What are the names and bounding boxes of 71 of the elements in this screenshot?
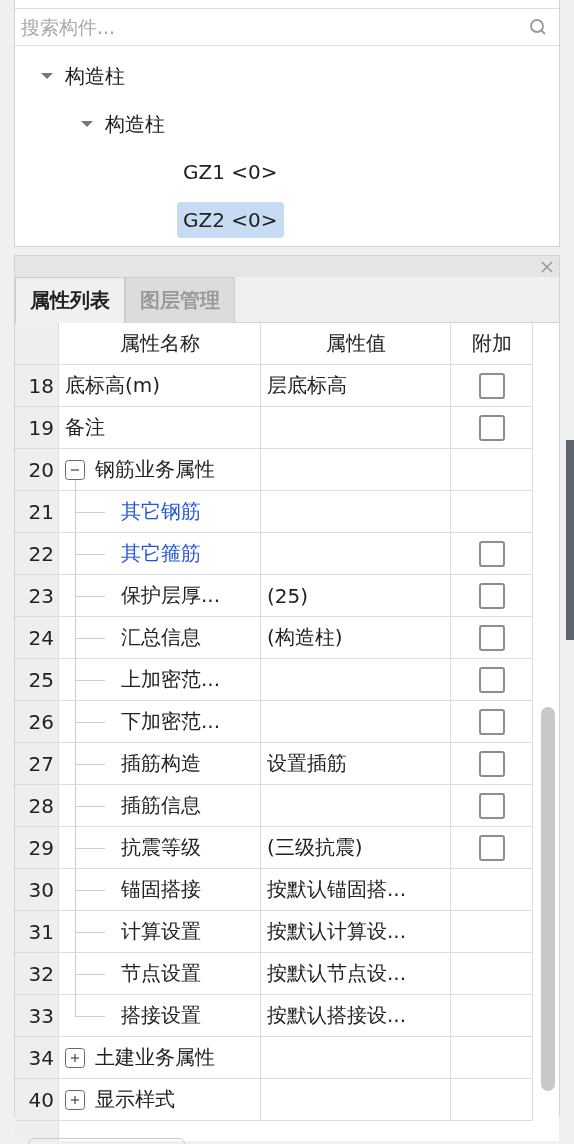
property-name: 搭接设置: [121, 1002, 201, 1029]
row-number: 40: [15, 1079, 59, 1120]
expand-icon[interactable]: [65, 1089, 85, 1110]
property-name: 备注: [65, 414, 105, 441]
property-name: 锚固搭接: [121, 876, 201, 903]
property-name: 抗震等级: [121, 834, 201, 861]
property-value: (三级抗震): [267, 834, 363, 861]
search-field[interactable]: 搜索构件...: [19, 15, 529, 39]
property-value: 设置插筋: [267, 750, 347, 777]
tree-item[interactable]: GZ1 <0>: [177, 154, 284, 190]
checkbox[interactable]: [478, 750, 505, 777]
property-value: 按默认锚固搭...: [267, 876, 407, 903]
close-icon[interactable]: [541, 260, 553, 273]
row-number: 30: [15, 869, 59, 910]
expand-arrow-icon[interactable]: [41, 72, 53, 80]
row-number: 26: [15, 701, 59, 742]
property-name: 显示样式: [95, 1086, 175, 1113]
row-number: 24: [15, 617, 59, 658]
row-number: 25: [15, 659, 59, 700]
checkbox[interactable]: [478, 666, 505, 693]
property-link[interactable]: 其它箍筋: [121, 540, 201, 567]
property-value: (构造柱): [267, 624, 343, 651]
collapse-icon[interactable]: [65, 459, 85, 480]
column-header: 属性值: [261, 323, 451, 364]
scrollbar-thumb[interactable]: [541, 707, 555, 1091]
property-name: 节点设置: [121, 960, 201, 987]
tree-item[interactable]: 构造柱: [99, 104, 171, 144]
row-number: 23: [15, 575, 59, 616]
property-name: 汇总信息: [121, 624, 201, 651]
property-value: 按默认计算设...: [267, 918, 407, 945]
property-name: 下加密范...: [121, 708, 221, 735]
property-name: 保护层厚...: [121, 582, 221, 609]
checkbox[interactable]: [478, 708, 505, 735]
checkbox[interactable]: [478, 792, 505, 819]
expand-arrow-icon[interactable]: [81, 120, 93, 128]
row-number: 31: [15, 911, 59, 952]
checkbox[interactable]: [478, 414, 505, 441]
property-value: 按默认节点设...: [267, 960, 407, 987]
checkbox[interactable]: [478, 624, 505, 651]
property-name: 上加密范...: [121, 666, 221, 693]
expand-icon[interactable]: [65, 1047, 85, 1068]
search-icon[interactable]: [529, 18, 547, 36]
checkbox[interactable]: [478, 540, 505, 567]
property-value: 层底标高: [267, 372, 347, 399]
row-number: 21: [15, 491, 59, 532]
property-name: 插筋信息: [121, 792, 201, 819]
tree-item[interactable]: GZ2 <0>: [177, 202, 284, 238]
property-name: 计算设置: [121, 918, 201, 945]
row-number: 22: [15, 533, 59, 574]
row-number: 19: [15, 407, 59, 448]
row-number: 18: [15, 365, 59, 406]
checkbox[interactable]: [478, 372, 505, 399]
property-name: 插筋构造: [121, 750, 201, 777]
property-name: 底标高(m): [65, 372, 161, 399]
tab[interactable]: 属性列表: [15, 277, 125, 323]
row-number: 28: [15, 785, 59, 826]
property-value: (25): [267, 583, 309, 608]
row-number: 33: [15, 995, 59, 1036]
checkbox[interactable]: [478, 834, 505, 861]
row-number: 34: [15, 1037, 59, 1078]
row-number: 29: [15, 827, 59, 868]
tree-item[interactable]: 构造柱: [59, 56, 131, 96]
column-header: 属性名称: [59, 323, 261, 364]
property-value: 按默认搭接设...: [267, 1002, 407, 1029]
property-name: 钢筋业务属性: [95, 456, 215, 483]
row-number: 27: [15, 743, 59, 784]
row-number: 20: [15, 449, 59, 490]
property-name: 土建业务属性: [95, 1044, 215, 1071]
property-link[interactable]: 其它钢筋: [121, 498, 201, 525]
row-number: 32: [15, 953, 59, 994]
checkbox[interactable]: [478, 582, 505, 609]
